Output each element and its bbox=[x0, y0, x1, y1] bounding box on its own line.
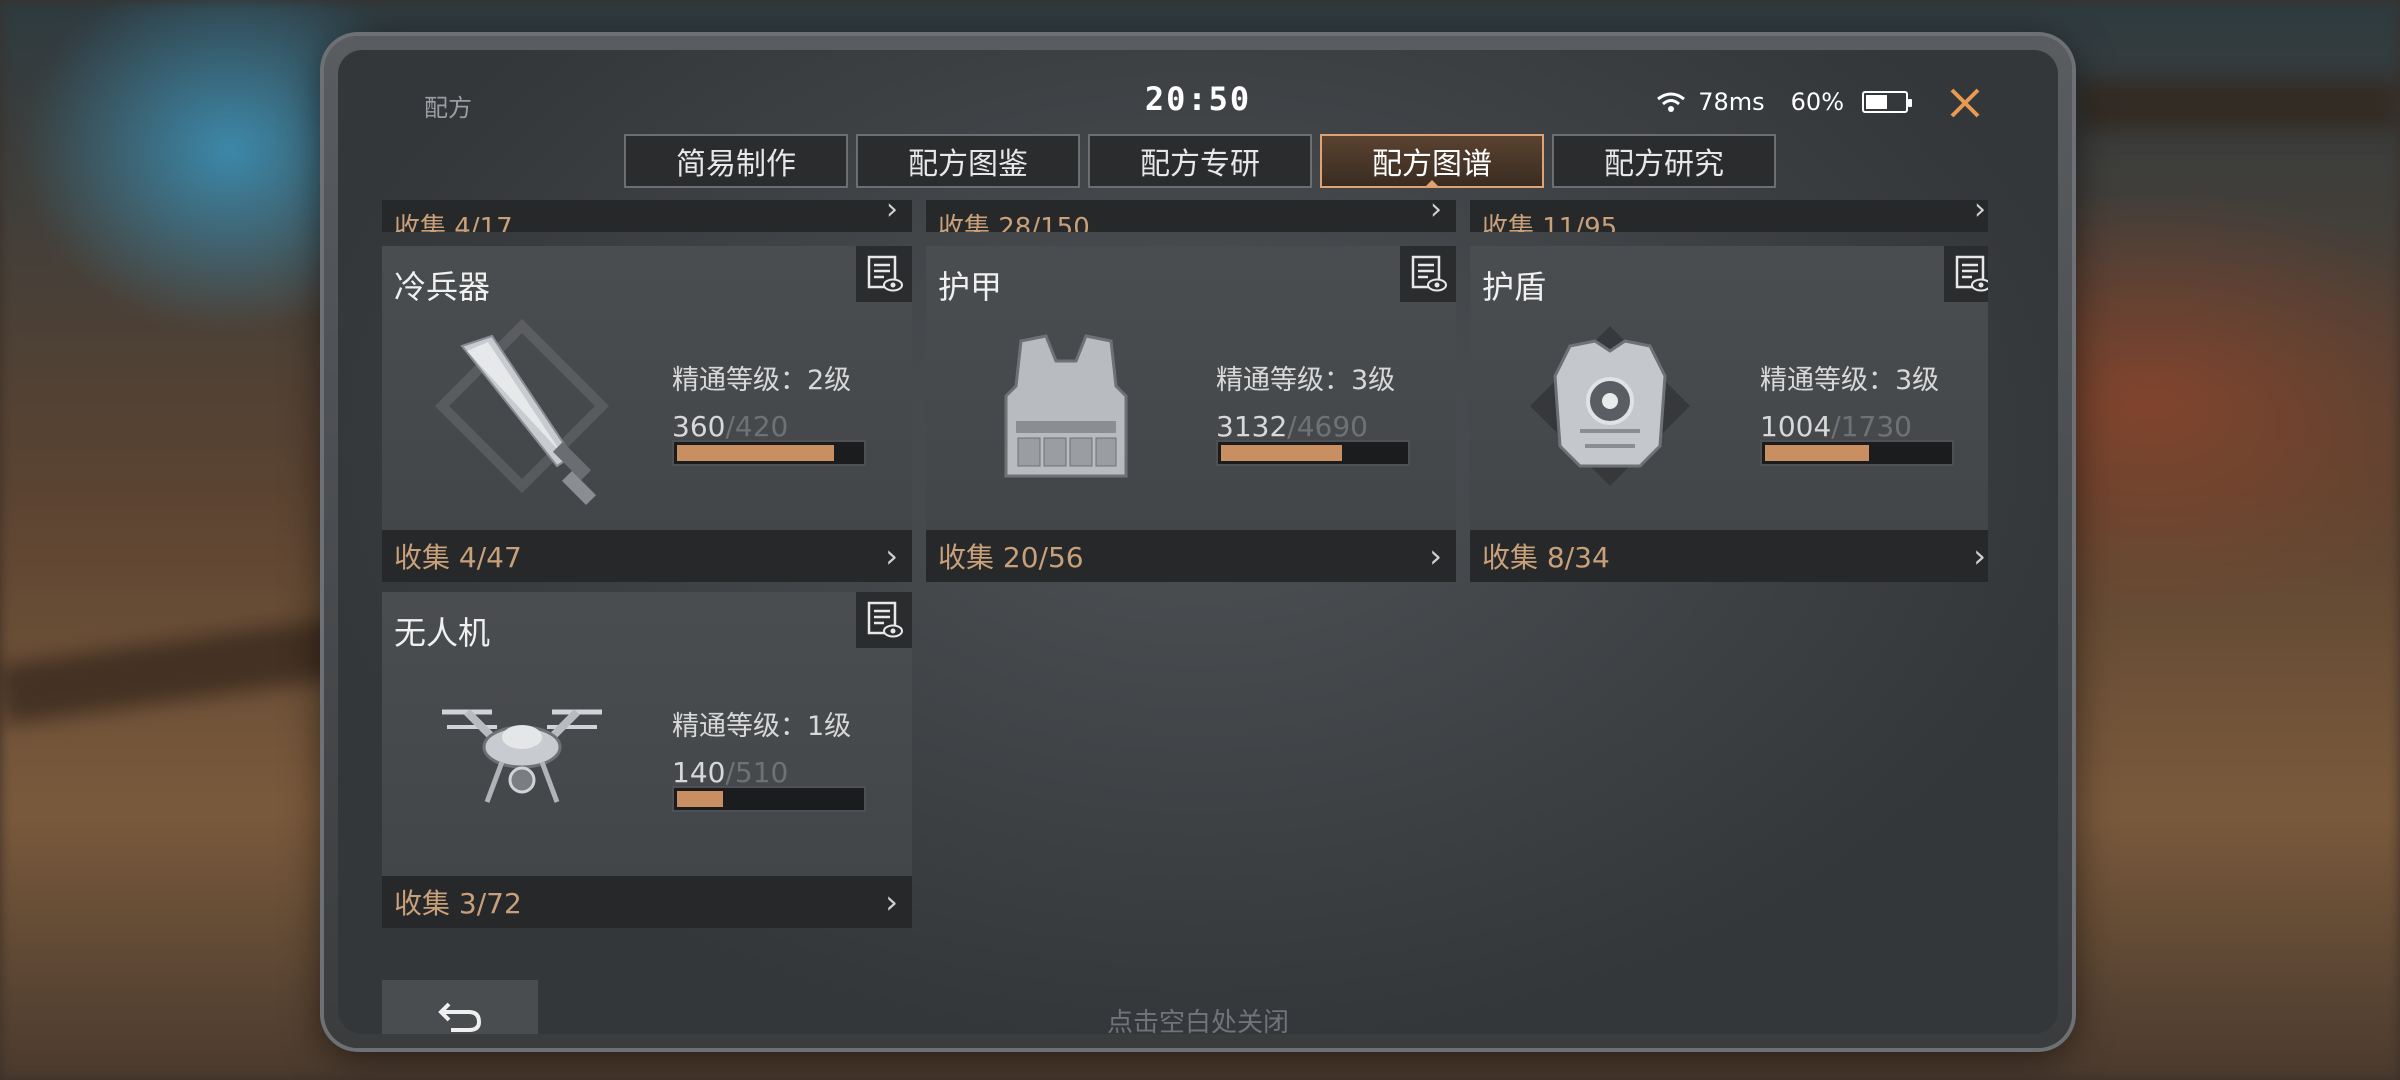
category-card-melee[interactable]: 冷兵器 精通等级：2级 360/420 收集 4/47 › bbox=[382, 246, 912, 582]
collect-text: 收集 8/34 bbox=[1482, 541, 1610, 574]
progress-fill bbox=[677, 791, 724, 807]
close-button[interactable] bbox=[1942, 80, 1988, 126]
progress-current: 360 bbox=[672, 410, 726, 443]
progress-fill bbox=[1765, 445, 1870, 461]
detail-button[interactable] bbox=[856, 592, 912, 648]
mastery-level: 精通等级：1级 bbox=[672, 711, 852, 742]
battery-tip bbox=[1908, 99, 1912, 107]
collect-text: 收集 4/47 bbox=[394, 541, 522, 574]
document-eye-icon bbox=[1955, 255, 1988, 292]
battery-fill bbox=[1866, 95, 1888, 109]
tab-bar: 简易制作 配方图鉴 配方专研 配方图谱 配方研究 bbox=[624, 134, 1776, 188]
detail-button[interactable] bbox=[1400, 246, 1456, 302]
tab-recipe-research[interactable]: 配方研究 bbox=[1552, 134, 1776, 188]
chevron-right-icon: › bbox=[1429, 537, 1442, 575]
wifi-icon bbox=[1657, 92, 1686, 112]
collect-bar-partial[interactable]: 收集 28/150 › bbox=[926, 200, 1456, 232]
category-card-shield[interactable]: 护盾 精通等级：3级 1004/1730 收集 8/34 › bbox=[1470, 246, 1988, 582]
chevron-right-icon: › bbox=[1430, 200, 1442, 227]
tab-recipe-specialize[interactable]: 配方专研 bbox=[1088, 134, 1312, 188]
progress-max: /420 bbox=[725, 410, 789, 443]
mastery-level: 精通等级：3级 bbox=[1216, 365, 1396, 396]
progress-max: /1730 bbox=[1831, 410, 1912, 443]
chevron-right-icon: › bbox=[885, 537, 898, 575]
mastery-progress-bar bbox=[1216, 440, 1410, 466]
document-eye-icon bbox=[867, 601, 903, 638]
collect-text: 收集 11/95 bbox=[1482, 213, 1618, 232]
collect-bar[interactable]: 收集 8/34 › bbox=[1470, 530, 1988, 582]
category-grid: 收集 4/17 › 收集 28/150 › 收集 11/95 › 冷兵器 精通等… bbox=[382, 200, 1988, 990]
card-title: 护甲 bbox=[938, 268, 1003, 306]
mastery-progress-bar bbox=[672, 786, 866, 812]
close-hint: 点击空白处关闭 bbox=[1106, 1008, 1289, 1034]
tablet-frame: 配方 20:50 78ms 60% 简易制作 配方图鉴 配方专研 配方图谱 配方… bbox=[324, 36, 2072, 1048]
collect-bar-partial[interactable]: 收集 4/17 › bbox=[382, 200, 912, 232]
progress-current: 140 bbox=[672, 756, 726, 789]
chevron-right-icon: › bbox=[886, 200, 898, 227]
progress-current: 3132 bbox=[1216, 410, 1288, 443]
collect-bar[interactable]: 收集 20/56 › bbox=[926, 530, 1456, 582]
progress-fill bbox=[1221, 445, 1342, 461]
tablet-screen: 配方 20:50 78ms 60% 简易制作 配方图鉴 配方专研 配方图谱 配方… bbox=[338, 50, 2058, 1034]
battery-text: 60% bbox=[1790, 88, 1844, 116]
document-eye-icon bbox=[1411, 255, 1447, 292]
detail-button[interactable] bbox=[1944, 246, 1988, 302]
mastery-progress-bar bbox=[1760, 440, 1954, 466]
category-card-drone[interactable]: 无人机 精通等级：1级 140/510 收集 3/72 › bbox=[382, 592, 912, 928]
battery-icon bbox=[1862, 91, 1912, 113]
mastery-progress-bar bbox=[672, 440, 866, 466]
mastery-progress-text: 140/510 bbox=[672, 756, 788, 789]
chevron-right-icon: › bbox=[885, 883, 898, 921]
category-card-armor[interactable]: 护甲 精通等级：3级 3132/4690 收集 20/56 › bbox=[926, 246, 1456, 582]
collect-text: 收集 3/72 bbox=[394, 887, 522, 920]
progress-current: 1004 bbox=[1760, 410, 1832, 443]
background-beam bbox=[2080, 80, 2400, 130]
tab-simple-craft[interactable]: 简易制作 bbox=[624, 134, 848, 188]
status-bar: 配方 20:50 78ms 60% bbox=[338, 50, 2058, 122]
blade-icon bbox=[434, 318, 610, 505]
collect-text: 收集 20/56 bbox=[938, 541, 1084, 574]
progress-fill bbox=[677, 445, 834, 461]
status-indicators: 78ms 60% bbox=[1656, 88, 1912, 116]
tab-recipe-codex[interactable]: 配方图鉴 bbox=[856, 134, 1080, 188]
mastery-progress-text: 3132/4690 bbox=[1216, 410, 1368, 443]
collect-text: 收集 4/17 bbox=[394, 213, 513, 232]
vest-icon bbox=[1004, 334, 1128, 478]
collect-text: 收集 28/150 bbox=[938, 213, 1090, 232]
chevron-right-icon: › bbox=[1974, 200, 1986, 227]
collect-bar-partial[interactable]: 收集 11/95 › bbox=[1470, 200, 1988, 232]
progress-max: /510 bbox=[725, 756, 789, 789]
tab-recipe-atlas[interactable]: 配方图谱 bbox=[1320, 134, 1544, 188]
progress-max: /4690 bbox=[1287, 410, 1368, 443]
mastery-level: 精通等级：2级 bbox=[672, 365, 852, 396]
mastery-progress-text: 1004/1730 bbox=[1760, 410, 1912, 443]
card-title: 护盾 bbox=[1482, 268, 1547, 306]
collect-bar[interactable]: 收集 4/47 › bbox=[382, 530, 912, 582]
card-title: 冷兵器 bbox=[394, 268, 491, 306]
card-title: 无人机 bbox=[394, 614, 491, 652]
ping-text: 78ms bbox=[1698, 88, 1765, 116]
mastery-progress-text: 360/420 bbox=[672, 410, 788, 443]
drone-icon bbox=[442, 709, 602, 803]
document-eye-icon bbox=[867, 255, 903, 292]
mastery-level: 精通等级：3级 bbox=[1760, 365, 1940, 396]
detail-button[interactable] bbox=[856, 246, 912, 302]
close-icon bbox=[1950, 88, 1980, 118]
chevron-right-icon: › bbox=[1973, 537, 1986, 575]
shield-armor-icon bbox=[1530, 326, 1690, 486]
collect-bar[interactable]: 收集 3/72 › bbox=[382, 876, 912, 928]
